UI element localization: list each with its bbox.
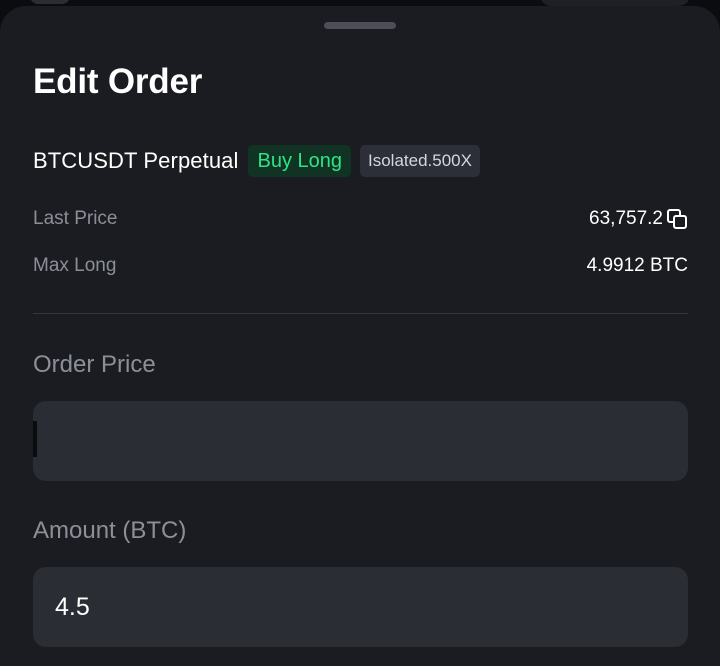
amount-input[interactable] (33, 567, 688, 647)
drag-handle[interactable] (324, 22, 396, 29)
margin-mode-badge: Isolated.500X (360, 145, 480, 177)
amount-label: Amount (BTC) (33, 517, 187, 544)
background-element (30, 0, 70, 4)
order-price-label: Order Price (33, 351, 156, 378)
copy-icon[interactable] (666, 208, 688, 230)
max-long-row: Max Long 4.9912 BTC (33, 251, 688, 281)
max-long-value: 4.9912 BTC (586, 255, 688, 276)
edit-order-sheet: Edit Order BTCUSDT Perpetual Buy Long Is… (0, 6, 720, 666)
order-price-field[interactable] (33, 401, 688, 481)
side-badge: Buy Long (248, 145, 351, 177)
last-price-label: Last Price (33, 208, 118, 229)
amount-field[interactable] (33, 567, 688, 647)
divider (33, 313, 688, 314)
order-price-input[interactable] (33, 401, 688, 481)
contract-name: BTCUSDT Perpetual (33, 148, 239, 173)
last-price-row: Last Price 63,757.2 (33, 204, 688, 234)
sheet-title: Edit Order (33, 62, 203, 101)
max-long-label: Max Long (33, 255, 117, 276)
contract-row: BTCUSDT Perpetual Buy Long Isolated.500X (33, 144, 480, 178)
text-cursor (33, 421, 37, 457)
last-price-value-group: 63,757.2 (589, 208, 688, 230)
last-price-value[interactable]: 63,757.2 (589, 208, 663, 230)
